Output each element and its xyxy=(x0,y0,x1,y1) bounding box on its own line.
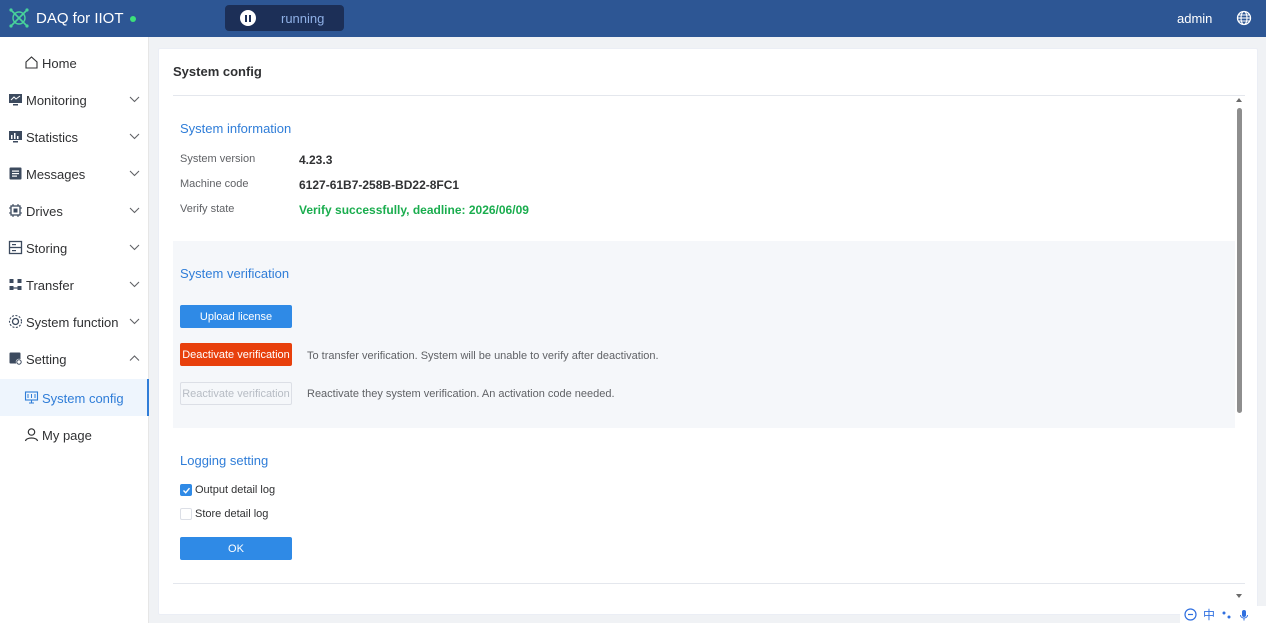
sidebar-item-label: System config xyxy=(42,391,124,406)
sidebar-item-label: System function xyxy=(26,315,119,330)
system-info-title: System information xyxy=(180,121,292,136)
machine-code-label: Machine code xyxy=(180,178,249,190)
globe-icon[interactable] xyxy=(1236,10,1252,26)
deactivate-hint: To transfer verification. System will be… xyxy=(307,350,659,362)
chevron-down-icon xyxy=(129,244,140,251)
sidebar-item-my-page[interactable]: My page xyxy=(0,416,149,453)
app-logo-icon xyxy=(9,8,29,28)
sidebar-item-home[interactable]: Home xyxy=(0,44,149,81)
store-detail-log-checkbox[interactable]: Store detail log xyxy=(180,508,268,520)
sidebar-item-label: Drives xyxy=(26,204,63,219)
system-function-icon xyxy=(8,314,23,329)
microphone-icon[interactable] xyxy=(1239,609,1249,621)
sidebar-item-transfer[interactable]: Transfer xyxy=(0,266,149,303)
chevron-down-icon xyxy=(129,281,140,288)
sidebar-item-monitoring[interactable]: Monitoring xyxy=(0,81,149,118)
checkbox-unchecked-icon[interactable] xyxy=(180,508,192,520)
verify-state-label: Verify state xyxy=(180,203,235,215)
sidebar-item-messages[interactable]: Messages xyxy=(0,155,149,192)
ime-language-toggle[interactable]: 中 xyxy=(1203,606,1215,623)
user-icon xyxy=(24,428,39,442)
sidebar-item-label: Home xyxy=(42,56,77,71)
ime-punctuation-icon[interactable] xyxy=(1221,609,1233,621)
run-status-pill: running xyxy=(225,5,344,31)
home-icon xyxy=(25,56,38,69)
divider xyxy=(173,95,1245,96)
sidebar-item-storing[interactable]: Storing xyxy=(0,229,149,266)
reactivate-verification-button[interactable]: Reactivate verification xyxy=(180,382,292,405)
machine-code-value: 6127-61B7-258B-BD22-8FC1 xyxy=(299,178,460,192)
sidebar-item-statistics[interactable]: Statistics xyxy=(0,118,149,155)
chevron-down-icon xyxy=(129,96,140,103)
chevron-down-icon xyxy=(129,170,140,177)
sidebar-item-label: Messages xyxy=(26,167,86,182)
system-config-icon xyxy=(24,391,39,404)
upload-license-button[interactable]: Upload license xyxy=(180,305,292,328)
content-scrollbar[interactable] xyxy=(1233,96,1243,604)
output-detail-log-label: Output detail log xyxy=(195,484,276,496)
sidebar-item-system-function[interactable]: System function xyxy=(0,303,149,340)
system-verification-title: System verification xyxy=(180,266,290,281)
messages-icon xyxy=(9,167,22,180)
sidebar-item-label: Storing xyxy=(26,241,68,256)
user-menu[interactable]: admin xyxy=(1177,11,1212,26)
sidebar-item-setting[interactable]: Setting xyxy=(0,340,149,377)
verify-state-value: Verify successfully, deadline: 2026/06/0… xyxy=(299,203,529,217)
deactivate-verification-button[interactable]: Deactivate verification xyxy=(180,343,292,366)
chevron-down-icon xyxy=(129,133,140,140)
logging-setting-title: Logging setting xyxy=(180,453,269,468)
sidebar-item-system-config[interactable]: System config xyxy=(0,379,149,416)
monitor-icon xyxy=(9,94,22,106)
ime-toolbar: 中 xyxy=(1180,606,1266,623)
ok-button[interactable]: OK xyxy=(180,537,292,560)
statistics-icon xyxy=(9,131,22,143)
storage-icon xyxy=(8,240,23,255)
sidebar-item-label: Statistics xyxy=(26,130,79,145)
system-version-label: System version xyxy=(180,153,256,165)
sidebar-item-label: Setting xyxy=(26,352,67,367)
run-status-label: running xyxy=(281,11,325,26)
scroll-down-arrow-icon[interactable] xyxy=(1236,594,1242,598)
connection-status-dot xyxy=(130,16,136,22)
pause-icon[interactable] xyxy=(240,10,256,26)
scroll-up-arrow-icon[interactable] xyxy=(1236,98,1242,102)
transfer-icon xyxy=(9,279,22,290)
chevron-down-icon xyxy=(129,318,140,325)
page-title: System config xyxy=(173,64,262,79)
sidebar-item-label: Monitoring xyxy=(26,93,87,108)
setting-icon xyxy=(9,352,23,366)
output-detail-log-checkbox[interactable]: Output detail log xyxy=(180,484,275,496)
divider xyxy=(173,583,1245,584)
app-title: DAQ for IIOT xyxy=(36,10,124,27)
reactivate-hint: Reactivate they system verification. An … xyxy=(307,388,615,400)
sidebar-item-label: My page xyxy=(42,428,92,443)
sidebar-item-label: Transfer xyxy=(26,278,74,293)
system-version-value: 4.23.3 xyxy=(299,153,333,167)
checkbox-checked-icon[interactable] xyxy=(180,484,192,496)
drive-icon xyxy=(9,204,22,217)
scrollbar-thumb[interactable] xyxy=(1237,108,1242,413)
sidebar-item-drives[interactable]: Drives xyxy=(0,192,149,229)
chevron-down-icon xyxy=(129,207,140,214)
ime-logo-icon[interactable] xyxy=(1184,608,1197,621)
chevron-up-icon xyxy=(129,355,140,361)
top-header: DAQ for IIOT running admin xyxy=(0,0,1266,37)
verification-panel: System verification Upload license Deact… xyxy=(173,241,1235,428)
sidebar: Home Monitoring Statistics Messages Driv… xyxy=(0,37,149,623)
store-detail-log-label: Store detail log xyxy=(195,508,269,520)
system-config-card: System config System information System … xyxy=(158,48,1258,615)
